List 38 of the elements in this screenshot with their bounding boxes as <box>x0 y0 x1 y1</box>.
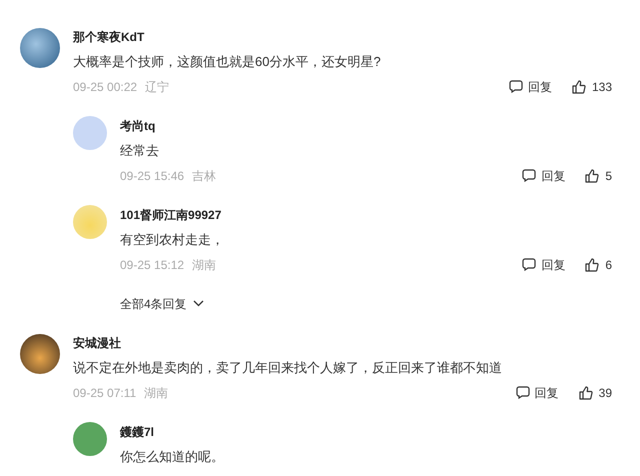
reply-button[interactable]: 回复 <box>522 166 566 184</box>
chevron-down-icon <box>192 300 204 307</box>
reply-button[interactable]: 回复 <box>508 78 552 96</box>
like-button[interactable]: 5 <box>585 166 612 184</box>
like-button[interactable]: 39 <box>578 384 612 402</box>
expand-replies-link[interactable]: 全部4条回复 <box>120 294 204 312</box>
location: 湖南 <box>144 384 168 402</box>
avatar[interactable] <box>20 28 60 68</box>
comment-icon <box>522 169 536 182</box>
username[interactable]: 101督师江南99927 <box>120 202 612 227</box>
timestamp: 09-25 15:12 <box>120 256 184 274</box>
like-button[interactable]: 133 <box>572 78 612 96</box>
username[interactable]: 鑊鑊7l <box>120 419 612 444</box>
reply-button[interactable]: 回复 <box>522 256 566 274</box>
comment-icon <box>516 386 530 399</box>
avatar[interactable] <box>20 334 60 374</box>
location: 辽宁 <box>145 78 170 96</box>
username[interactable]: 安城漫社 <box>73 330 612 355</box>
comment-icon <box>508 80 523 93</box>
comment-text: 你怎么知道的呢。 <box>120 448 225 466</box>
timestamp: 09-25 07:11 <box>73 384 136 402</box>
thumbs-up-icon <box>578 386 593 400</box>
location: 吉林 <box>192 168 216 184</box>
comment-text: 有空到农村走走， <box>120 230 225 249</box>
thumbs-up-icon <box>585 168 600 182</box>
timestamp: 09-25 00:22 <box>73 78 138 96</box>
thumbs-up-icon <box>572 80 586 94</box>
timestamp: 09-25 15:46 <box>120 168 184 184</box>
comment-text: 说不定在外地是卖肉的，卖了几年回来找个人嫁了，反正回来了谁都不知道 <box>73 358 503 377</box>
like-button[interactable]: 6 <box>585 256 612 274</box>
comment-icon <box>522 258 536 271</box>
comment-text: 经常去 <box>120 142 160 160</box>
username[interactable]: 考尚tq <box>120 113 612 138</box>
reply-button[interactable]: 回复 <box>516 384 559 402</box>
thumbs-up-icon <box>585 258 600 272</box>
location: 湖南 <box>192 256 216 274</box>
username[interactable]: 那个寒夜KdT <box>73 24 612 49</box>
comment-text: 大概率是个技师，这颜值也就是60分水平，还女明星? <box>73 52 382 71</box>
